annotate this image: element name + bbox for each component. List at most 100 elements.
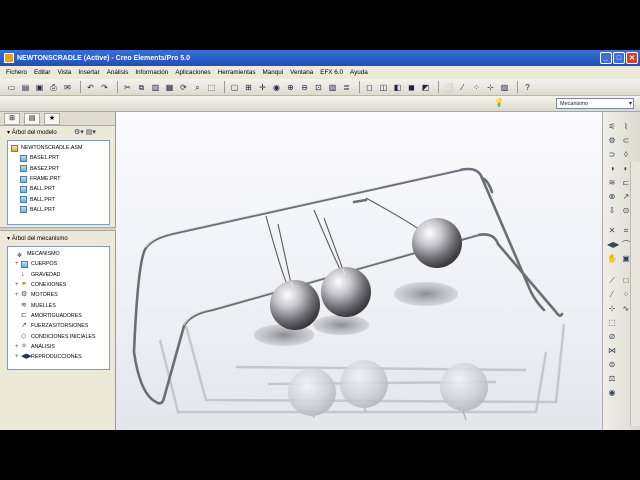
redo-icon[interactable]: ↷ — [99, 82, 110, 93]
cam-tool-icon[interactable]: ⌇ — [621, 122, 631, 132]
email-icon[interactable]: ✉ — [62, 82, 73, 93]
3d-contact-icon[interactable]: ◊ — [621, 150, 631, 160]
mode-select[interactable]: Mecanismo ▾ — [556, 98, 634, 109]
tree-settings-icon[interactable]: ⚙▾ ▤▾ — [74, 128, 96, 136]
zoom-in-icon[interactable]: ⊕ — [285, 82, 296, 93]
tab-favorites[interactable]: ★ — [44, 112, 60, 125]
tree-item-frame[interactable]: FRAME.PRT — [11, 174, 106, 184]
new-icon[interactable]: ▭ — [6, 82, 17, 93]
ball-1[interactable] — [270, 280, 320, 330]
repaint-icon[interactable]: ▢ — [229, 82, 240, 93]
view-manager-icon[interactable]: ▧ — [327, 82, 338, 93]
playback-tool-icon[interactable]: ◀▶ — [607, 240, 619, 250]
regenerate-icon[interactable]: ⟳ — [178, 82, 189, 93]
axis-tool-icon[interactable]: ⁄ — [607, 290, 617, 300]
minimize-button[interactable]: _ — [600, 52, 612, 64]
tab-folder-browser[interactable]: ▤ — [24, 112, 40, 125]
graphics-viewport[interactable] — [116, 112, 602, 430]
select-icon[interactable]: ⬚ — [206, 82, 217, 93]
csys-icon[interactable]: ⊹ — [485, 82, 496, 93]
cut-icon[interactable]: ✂ — [122, 82, 133, 93]
lightbulb-icon[interactable]: 💡 — [494, 98, 504, 109]
gravity-tool-icon[interactable]: ⇩ — [607, 206, 617, 216]
close-button[interactable]: ✕ — [626, 52, 638, 64]
zoom-out-icon[interactable]: ⊖ — [299, 82, 310, 93]
paste-special-icon[interactable]: ▦ — [164, 82, 175, 93]
menu-analisis[interactable]: Análisis — [107, 69, 129, 76]
mech-item-condiciones-iniciales[interactable]: ◇ CONDICIONES INICIALES — [11, 331, 106, 341]
connections-tool-icon[interactable]: ⚟ — [607, 122, 617, 132]
slot-icon[interactable]: ⊂ — [621, 136, 631, 146]
view-center-icon[interactable]: ◉ — [271, 82, 282, 93]
datum-points-icon[interactable]: ⁘ — [471, 82, 482, 93]
copy-icon[interactable]: ⧉ — [136, 82, 147, 93]
tab-model-tree[interactable]: ⊞ — [4, 112, 20, 125]
hidden-line-icon[interactable]: ◫ — [378, 82, 389, 93]
view-icon[interactable]: ◉ — [607, 388, 617, 398]
menu-ayuda[interactable]: Ayuda — [350, 69, 368, 76]
open-icon[interactable]: ▤ — [20, 82, 31, 93]
toolbar-scrollbar[interactable] — [630, 162, 640, 426]
datum-axes-icon[interactable]: ⁄ — [457, 82, 468, 93]
tree-item-ball-1[interactable]: BALL.PRT — [11, 184, 106, 194]
menu-insertar[interactable]: Insertar — [78, 69, 99, 76]
mechanism-tree-header[interactable]: ▾ Árbol del mecanismo — [7, 235, 68, 242]
maximize-button[interactable]: □ — [613, 52, 625, 64]
menu-herramientas[interactable]: Herramientas — [218, 69, 256, 76]
spring-tool-icon[interactable]: ≋ — [607, 178, 617, 188]
mech-item-gravedad[interactable]: ↓ GRAVEDAD — [11, 270, 106, 280]
ball-2[interactable] — [321, 267, 371, 317]
mass-props-icon[interactable]: ⚖ — [607, 374, 617, 384]
tree-item-base2[interactable]: BASE2.PRT — [11, 164, 106, 174]
mech-item-reproducciones[interactable]: + ◀▶ REPRODUCCIONES — [11, 352, 106, 362]
menu-ventana[interactable]: Ventana — [290, 69, 313, 76]
menu-manqui[interactable]: Manqui — [262, 69, 283, 76]
save-icon[interactable]: ▣ — [34, 82, 45, 93]
paste-icon[interactable]: ▥ — [150, 82, 161, 93]
refit-icon[interactable]: ⊡ — [313, 82, 324, 93]
menu-fichero[interactable]: Fichero — [6, 69, 27, 76]
datum-planes-icon[interactable]: ⬜ — [443, 82, 454, 93]
tree-item-asm[interactable]: NEWTONSCRADLE.ASM — [11, 143, 106, 153]
find-icon[interactable]: ⌕ — [192, 82, 203, 93]
mech-item-muelles[interactable]: ≋ MUELLES — [11, 300, 106, 310]
menu-vista[interactable]: Vista — [57, 69, 71, 76]
mech-item-conexiones[interactable]: + ⚭ CONEXIONES — [11, 280, 106, 290]
menu-aplicaciones[interactable]: Aplicaciones — [175, 69, 210, 76]
ball-3[interactable] — [412, 218, 462, 268]
panel-splitter[interactable] — [0, 227, 116, 231]
csys-tool-icon[interactable]: ⊹ — [607, 304, 617, 314]
servo-motor-icon[interactable]: ◑ — [607, 164, 617, 174]
tree-item-ball-3[interactable]: BALL.PRT — [11, 205, 106, 215]
tree-item-base1[interactable]: BASE1.PRT — [11, 153, 106, 163]
menu-informacion[interactable]: Información — [135, 69, 168, 76]
sketch-tool-icon[interactable]: ⟋ — [607, 276, 617, 286]
lock-icon[interactable]: ⊜ — [607, 360, 617, 370]
spin-icon[interactable]: ✛ — [257, 82, 268, 93]
menu-efx[interactable]: EFX 6.0 — [320, 69, 343, 76]
plane-tool-icon[interactable]: ⬚ — [607, 318, 617, 328]
shading-edges-icon[interactable]: ◩ — [420, 82, 431, 93]
constraint-icon[interactable]: ⋈ — [607, 346, 617, 356]
wireframe-icon[interactable]: ◻ — [364, 82, 375, 93]
layers-icon[interactable]: ≣ — [341, 82, 352, 93]
mech-item-fuerzas[interactable]: ↗ FUERZAS/TORSIONES — [11, 321, 106, 331]
menu-editar[interactable]: Editar — [34, 69, 50, 76]
orient-icon[interactable]: ⊞ — [243, 82, 254, 93]
bushing-icon[interactable]: ⊗ — [607, 192, 617, 202]
tree-item-ball-2[interactable]: BALL.PRT — [11, 194, 106, 204]
mech-item-motores[interactable]: + ⚙ MOTORES — [11, 290, 106, 300]
shading-icon[interactable]: ◼ — [406, 82, 417, 93]
mech-item-cuerpos[interactable]: + CUERPOS — [11, 259, 106, 269]
annotations-icon[interactable]: ▨ — [499, 82, 510, 93]
undo-icon[interactable]: ↶ — [85, 82, 96, 93]
analysis-tool-icon[interactable]: ✕ — [607, 226, 617, 236]
analysis-feature-icon[interactable]: ⊘ — [607, 332, 617, 342]
mech-item-amortiguadores[interactable]: ⊏ AMORTIGUADORES — [11, 311, 106, 321]
belt-icon[interactable]: ⊃ — [607, 150, 617, 160]
print-icon[interactable]: ⎙ — [48, 82, 59, 93]
mech-item-mecanismo[interactable]: ✻ MECANISMO — [11, 249, 106, 259]
mech-item-analisis[interactable]: + ⚛ ANÁLISIS — [11, 342, 106, 352]
drag-tool-icon[interactable]: ✋ — [607, 254, 617, 264]
no-hidden-icon[interactable]: ◧ — [392, 82, 403, 93]
